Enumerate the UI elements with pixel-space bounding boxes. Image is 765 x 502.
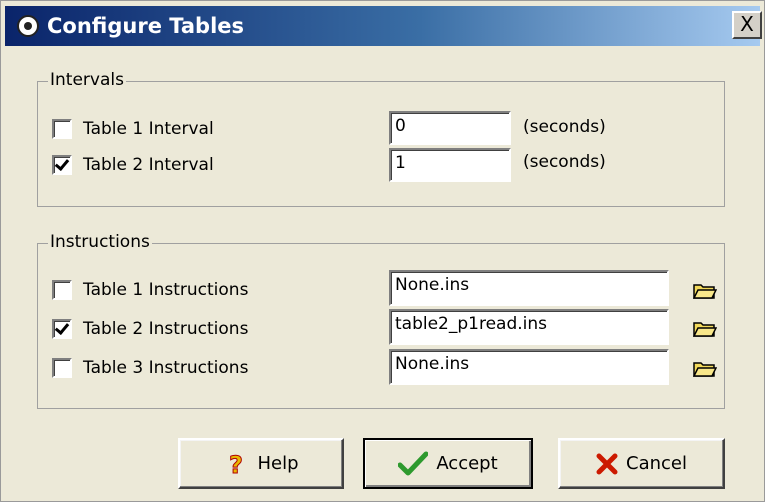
- x-icon: [596, 453, 618, 474]
- table-2-seconds-label: (seconds): [523, 152, 606, 172]
- table-2-interval-checkbox[interactable]: [52, 155, 72, 175]
- title-bar[interactable]: Configure Tables X: [5, 6, 762, 46]
- configure-tables-dialog: Configure Tables X Intervals Table 1 Int…: [0, 0, 765, 502]
- accept-button-label: Accept: [436, 453, 498, 474]
- table-1-interval-input[interactable]: 0: [389, 111, 511, 145]
- table-3-instructions-label: Table 3 Instructions: [83, 358, 249, 378]
- help-button[interactable]: ? Help: [178, 438, 344, 489]
- cancel-button[interactable]: Cancel: [558, 438, 725, 489]
- table-2-interval-input[interactable]: 1: [389, 148, 511, 182]
- accept-button[interactable]: Accept: [363, 438, 533, 489]
- table-1-seconds-label: (seconds): [523, 117, 606, 137]
- instructions-group-label: Instructions: [48, 232, 152, 252]
- table-1-instructions-label: Table 1 Instructions: [83, 280, 249, 300]
- table-2-instructions-checkbox[interactable]: [52, 319, 72, 339]
- intervals-group: Intervals: [37, 70, 725, 207]
- table-3-browse-folder-icon[interactable]: [693, 360, 717, 378]
- table-3-instructions-input[interactable]: None.ins: [389, 349, 669, 385]
- table-2-interval-label: Table 2 Interval: [83, 155, 214, 175]
- checkmark-icon: [398, 451, 429, 475]
- cancel-button-label: Cancel: [626, 453, 687, 474]
- table-2-instructions-label: Table 2 Instructions: [83, 319, 249, 339]
- table-1-interval-checkbox[interactable]: [52, 119, 72, 139]
- question-icon: ?: [229, 451, 244, 477]
- close-button[interactable]: X: [732, 11, 762, 39]
- table-1-interval-label: Table 1 Interval: [83, 119, 214, 139]
- help-button-label: Help: [257, 453, 299, 474]
- intervals-group-label: Intervals: [48, 70, 126, 90]
- table-1-instructions-checkbox[interactable]: [52, 280, 72, 300]
- table-1-instructions-input[interactable]: None.ins: [389, 270, 669, 306]
- table-3-instructions-checkbox[interactable]: [52, 358, 72, 378]
- svg-text:?: ?: [230, 451, 244, 477]
- table-2-browse-folder-icon[interactable]: [693, 320, 717, 338]
- table-2-instructions-input[interactable]: table2_p1read.ins: [389, 309, 669, 345]
- window-title: Configure Tables: [47, 14, 245, 38]
- table-1-browse-folder-icon[interactable]: [693, 282, 717, 300]
- app-icon: [17, 15, 39, 37]
